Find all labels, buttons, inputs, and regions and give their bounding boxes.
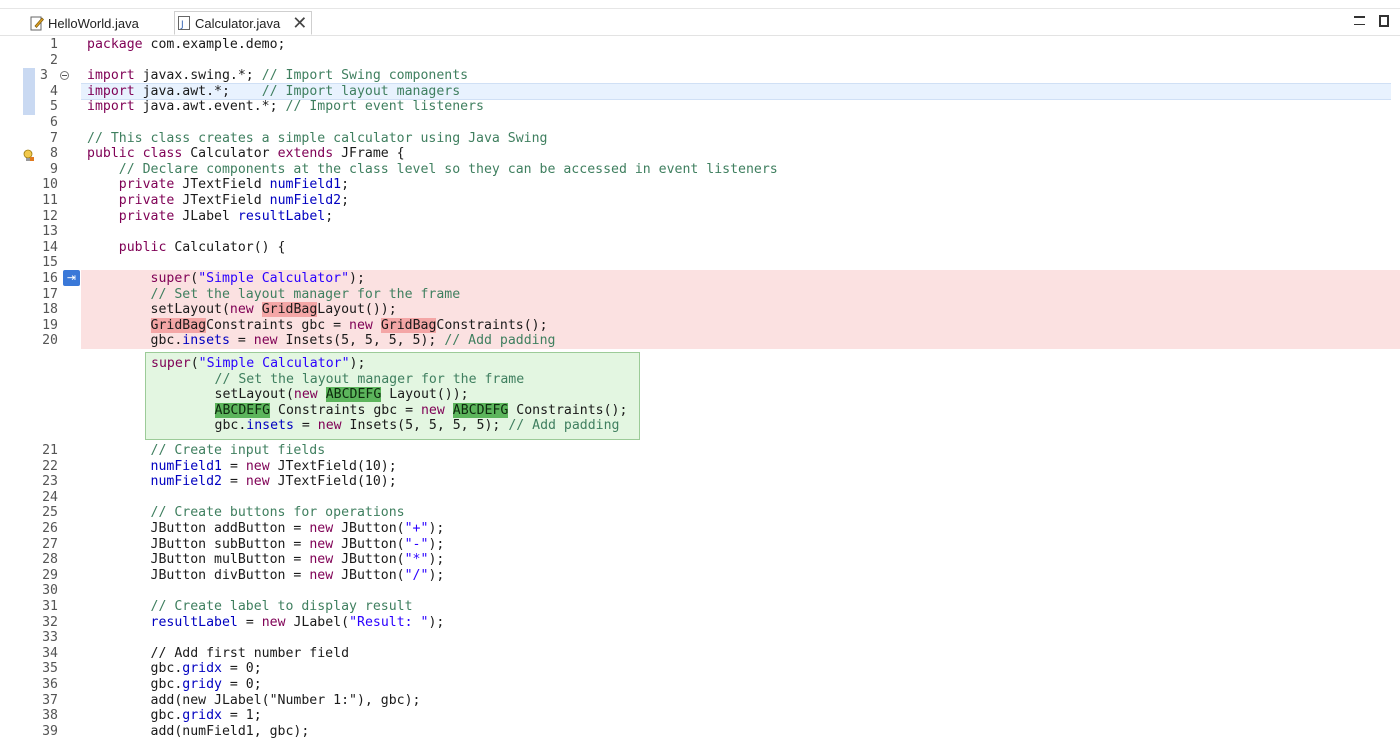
code-line: 31 // Create label to display result	[42, 599, 413, 614]
code-line: 10 private JTextField numField1;	[42, 177, 350, 193]
code-line-removed: 16 super("Simple Calculator");	[42, 271, 365, 286]
code-line: 1 package com.example.demo;	[50, 37, 286, 52]
suggestion-line: setLayout(new ABCDEFG Layout());	[151, 387, 469, 403]
java-file-icon: J	[177, 15, 191, 31]
code-line: 34 // Add first number field	[42, 645, 350, 661]
code-line: 32 resultLabel = new JLabel("Result: ");	[42, 614, 445, 630]
code-line: 14 public Calculator() {	[42, 239, 286, 255]
code-line: 29 JButton divButton = new JButton("/");	[42, 567, 445, 583]
editor-tab-bar: HelloWorld.java J Calculator.java ✕	[0, 0, 1400, 36]
tab-calculator[interactable]: J Calculator.java ✕	[174, 11, 313, 35]
suggestion-line: super("Simple Calculator");	[151, 356, 366, 371]
code-line: 36 gbc.gridy = 0;	[42, 677, 262, 692]
inline-suggestion-box[interactable]: super("Simple Calculator"); // Set the l…	[145, 352, 640, 440]
code-line: 25 // Create buttons for operations	[42, 505, 405, 521]
code-line: 37 add(new JLabel("Number 1:"), gbc);	[42, 692, 421, 708]
code-line: 27 JButton subButton = new JButton("-");	[42, 536, 445, 552]
code-line: 15	[42, 255, 58, 271]
code-line: 2	[50, 52, 58, 68]
code-line: 7// This class creates a simple calculat…	[50, 130, 548, 146]
code-line-removed: 20 gbc.insets = new Insets(5, 5, 5, 5); …	[42, 333, 556, 349]
code-line: 33	[42, 630, 58, 646]
suggestion-line: gbc.insets = new Insets(5, 5, 5, 5); // …	[151, 418, 620, 434]
code-line-removed: 17 // Set the layout manager for the fra…	[42, 286, 461, 302]
code-line: 21 // Create input fields	[42, 443, 326, 458]
code-line: 35 gbc.gridx = 0;	[42, 661, 262, 677]
code-line: 5 import java.awt.event.*; // Import even…	[50, 99, 484, 115]
code-line: 26 JButton addButton = new JButton("+");	[42, 521, 445, 536]
code-line: 6	[50, 115, 58, 130]
tab-label: Calculator.java	[195, 15, 281, 31]
code-line-removed: 18 setLayout(new GridBagLayout());	[42, 302, 397, 318]
svg-text:J: J	[180, 20, 184, 30]
code-line: 39 add(numField1, gbc);	[42, 723, 310, 739]
suggestion-line: ABCDEFG Constraints gbc = new ABCDEFG Co…	[214, 402, 628, 418]
code-line: 3 import javax.swing.*; // Import Swing c…	[40, 68, 469, 84]
code-editor[interactable]: ⇥ 1 package com.example.demo; 2 3 import j…	[0, 37, 1400, 741]
code-line: 28 JButton mulButton = new JButton("*");	[42, 552, 445, 568]
maximize-icon[interactable]	[1379, 15, 1389, 27]
tab-label: HelloWorld.java	[48, 15, 139, 31]
code-line: 22 numField1 = new JTextField(10);	[42, 458, 397, 474]
code-line: 38 gbc.gridx = 1;	[42, 708, 262, 724]
code-line: 8 public class Calculator extends JFrame …	[50, 146, 405, 162]
code-line: 11 private JTextField numField2;	[42, 193, 350, 208]
close-icon[interactable]: ✕	[292, 14, 307, 32]
code-line-removed: 19 GridBagConstraints gbc = new GridBagC…	[42, 317, 548, 333]
minimize-icon[interactable]	[1354, 16, 1365, 25]
code-line: 30	[42, 583, 58, 599]
tab-bar-divider	[0, 8, 1400, 9]
java-file-edit-icon	[30, 15, 44, 31]
code-line: 23 numField2 = new JTextField(10);	[42, 474, 397, 490]
code-line: 24	[42, 489, 58, 505]
tab-helloworld[interactable]: HelloWorld.java	[30, 11, 139, 35]
suggestion-line: // Set the layout manager for the frame	[151, 371, 525, 387]
code-line: 12 private JLabel resultLabel;	[42, 208, 334, 224]
code-line: 9 // Declare components at the class lev…	[50, 161, 778, 177]
code-line: 4 import java.awt.*; // Import layout man…	[50, 83, 461, 99]
code-line: 13	[42, 224, 58, 240]
